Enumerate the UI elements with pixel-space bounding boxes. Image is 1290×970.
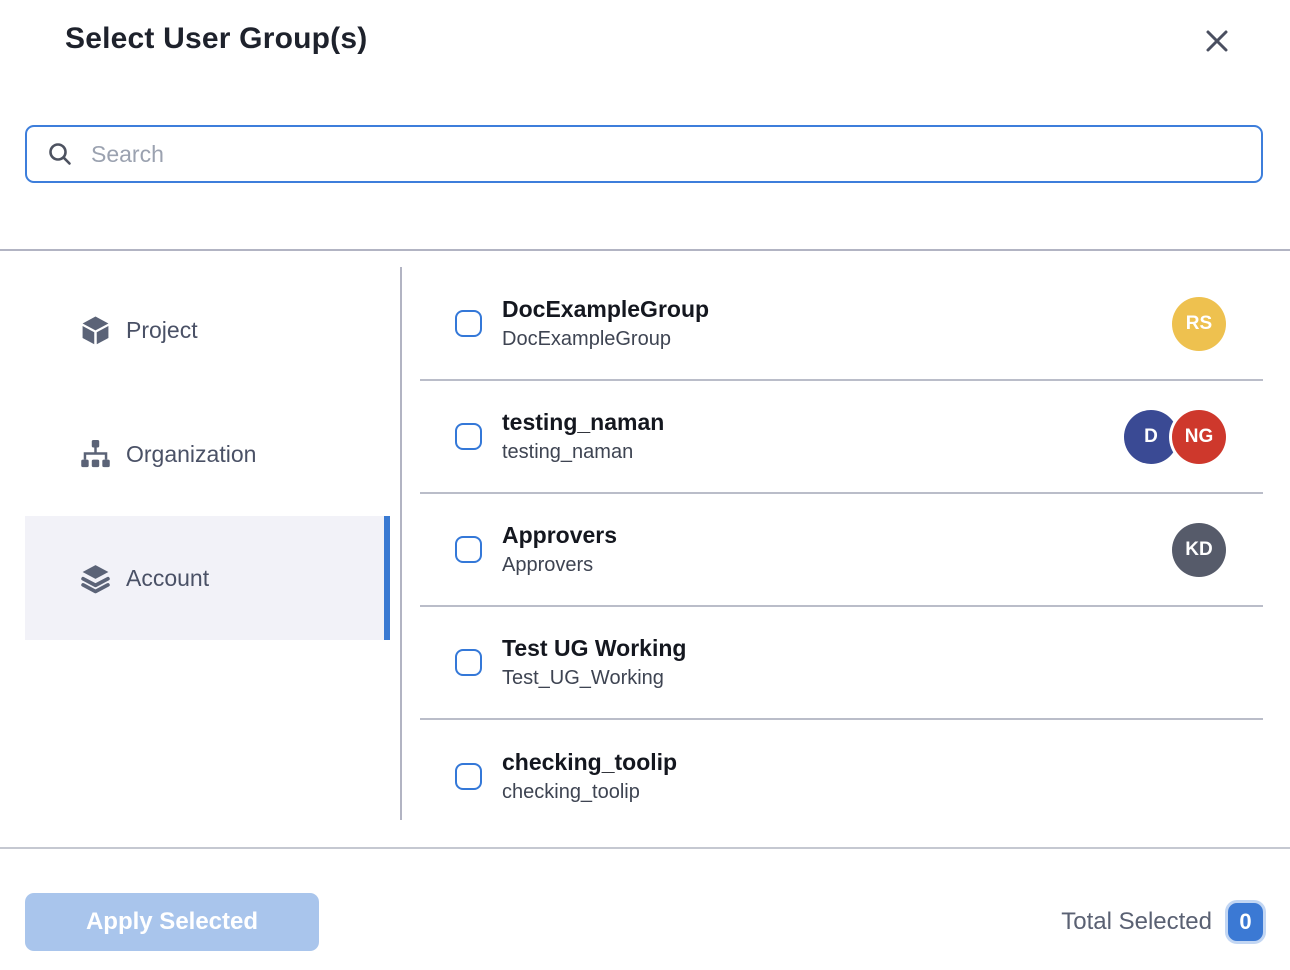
- group-subtitle: Approvers: [502, 552, 617, 578]
- avatar: RS: [1172, 297, 1226, 351]
- tab-label: Organization: [126, 441, 256, 468]
- group-title: checking_toolip: [502, 748, 677, 778]
- avatar: D: [1124, 410, 1178, 464]
- group-checkbox[interactable]: [455, 423, 482, 450]
- user-group-row[interactable]: DocExampleGroupDocExampleGroup RS: [420, 268, 1263, 381]
- page-title: Select User Group(s): [65, 22, 367, 56]
- avatar: NG: [1172, 410, 1226, 464]
- search-box: [25, 125, 1263, 183]
- footer-divider: [0, 847, 1290, 849]
- search-icon: [47, 141, 73, 167]
- group-text: testing_namantesting_naman: [502, 408, 664, 465]
- vertical-divider: [400, 267, 402, 820]
- group-title: DocExampleGroup: [502, 295, 709, 325]
- header-divider: [0, 249, 1290, 251]
- user-group-row[interactable]: ApproversApprovers KD: [420, 494, 1263, 607]
- avatar: KD: [1172, 523, 1226, 577]
- total-selected: Total Selected 0: [1061, 893, 1263, 951]
- scope-tabs-sidebar: Project Organization Account: [25, 268, 390, 640]
- member-avatars: RS: [1172, 297, 1226, 351]
- member-avatars: KD: [1172, 523, 1226, 577]
- tab-label: Account: [126, 565, 209, 592]
- apply-selected-button[interactable]: Apply Selected: [25, 893, 319, 951]
- close-button[interactable]: [1197, 22, 1237, 62]
- tab-account[interactable]: Account: [25, 516, 390, 640]
- group-checkbox[interactable]: [455, 763, 482, 790]
- user-group-row[interactable]: Test UG WorkingTest_UG_Working: [420, 607, 1263, 720]
- total-selected-label: Total Selected: [1061, 908, 1212, 936]
- user-group-list: DocExampleGroupDocExampleGroup RS testing_…: [420, 268, 1263, 833]
- group-title: Approvers: [502, 521, 617, 551]
- total-selected-count-badge: 0: [1228, 903, 1263, 941]
- group-text: Test UG WorkingTest_UG_Working: [502, 634, 686, 691]
- group-subtitle: Test_UG_Working: [502, 665, 686, 691]
- tab-project[interactable]: Project: [25, 268, 390, 392]
- group-text: ApproversApprovers: [502, 521, 617, 578]
- member-avatars: DNG: [1124, 410, 1226, 464]
- group-subtitle: testing_naman: [502, 439, 664, 465]
- group-checkbox[interactable]: [455, 649, 482, 676]
- group-title: testing_naman: [502, 408, 664, 438]
- layers-icon: [80, 563, 111, 594]
- group-checkbox[interactable]: [455, 310, 482, 337]
- group-text: checking_toolipchecking_toolip: [502, 748, 677, 805]
- org-chart-icon: [80, 439, 111, 470]
- selected-tab-accent-bar: [384, 516, 390, 640]
- tab-label: Project: [126, 317, 198, 344]
- user-group-row[interactable]: testing_namantesting_naman DNG: [420, 381, 1263, 494]
- group-checkbox[interactable]: [455, 536, 482, 563]
- group-text: DocExampleGroupDocExampleGroup: [502, 295, 709, 352]
- group-subtitle: checking_toolip: [502, 779, 677, 805]
- tab-organization[interactable]: Organization: [25, 392, 390, 516]
- group-subtitle: DocExampleGroup: [502, 326, 709, 352]
- user-group-row[interactable]: checking_toolipchecking_toolip: [420, 720, 1263, 833]
- search-input[interactable]: [91, 141, 1241, 168]
- close-icon: [1204, 28, 1230, 57]
- group-title: Test UG Working: [502, 634, 686, 664]
- cube-icon: [80, 315, 111, 346]
- select-user-groups-modal: Select User Group(s) Project Organization…: [0, 0, 1290, 970]
